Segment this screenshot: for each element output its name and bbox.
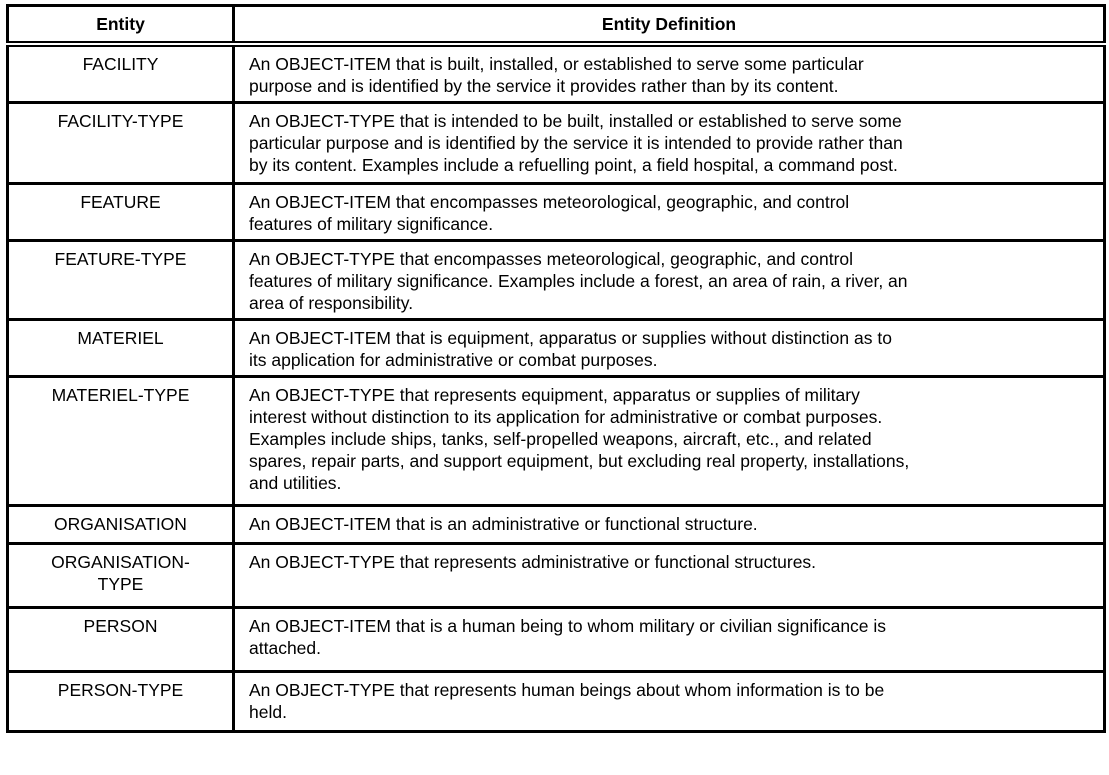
entity-name: MATERIEL [77,328,164,348]
definition-text: features of military significance. Examp… [249,271,908,291]
definition-text: area of responsibility. [249,293,414,313]
definition-text: An OBJECT-TYPE that represents equipment… [249,385,860,405]
table-row: MATERIEL An OBJECT-ITEM that is equipment… [6,318,1106,378]
definition-text: An OBJECT-ITEM that is built, installed,… [249,54,864,74]
entity-definition-table: Entity Entity Definition FACILITY An OBJE… [6,4,1106,733]
definition-text: An OBJECT-ITEM that is a human being to … [249,616,887,636]
entity-name: ORGANISATION- [51,552,190,572]
definition-text: by its content. Examples include a refue… [249,155,898,175]
entity-cell: MATERIEL [6,318,235,378]
entity-cell: ORGANISATION [6,504,235,545]
entity-name: PERSON [83,616,158,636]
definition-text: An OBJECT-ITEM that is an administrative… [249,514,758,534]
definition-text: particular purpose and is identified by … [249,133,903,153]
entity-name: FEATURE-TYPE [54,249,187,269]
table-row: ORGANISATION An OBJECT-ITEM that is an ad… [6,504,1106,545]
definition-text: Examples include ships, tanks, self-prop… [249,429,872,449]
definition-text: An OBJECT-TYPE that represents administr… [249,552,817,572]
definition-text: spares, repair parts, and support equipm… [249,451,910,471]
table-row: ORGANISATION- TYPE An OBJECT-TYPE that rep… [6,542,1106,609]
header-row: Entity Entity Definition [6,4,1106,47]
table-row: FEATURE An OBJECT-ITEM that encompasses m… [6,182,1106,242]
table-row: FACILITY An OBJECT-ITEM that is built, in… [6,42,1106,104]
entity-name: ORGANISATION [54,514,187,534]
definition-cell: An OBJECT-ITEM that is a human being to … [232,606,1106,673]
header-entity: Entity [6,4,235,47]
entity-name: TYPE [97,574,144,594]
definition-cell: An OBJECT-TYPE that represents human bei… [232,670,1106,733]
entity-cell: PERSON-TYPE [6,670,235,733]
entity-cell: FACILITY-TYPE [6,101,235,185]
entity-cell: ORGANISATION- TYPE [6,542,235,609]
definition-text: An OBJECT-ITEM that is equipment, appara… [249,328,892,348]
definition-cell: An OBJECT-TYPE that represents administr… [232,542,1106,609]
entity-name: PERSON-TYPE [57,680,184,700]
table-row: PERSON An OBJECT-ITEM that is a human bei… [6,606,1106,673]
definition-text: An OBJECT-TYPE that encompasses meteorol… [249,249,854,269]
definition-cell: An OBJECT-ITEM that is built, installed,… [232,42,1106,104]
entity-cell: PERSON [6,606,235,673]
definition-text: An OBJECT-TYPE that represents human bei… [249,680,885,700]
entity-name: MATERIEL-TYPE [51,385,190,405]
entity-cell: FACILITY [6,42,235,104]
entity-name: FACILITY [82,54,159,74]
definition-cell: An OBJECT-ITEM that encompasses meteorol… [232,182,1106,242]
definition-text: features of military significance. [249,214,494,234]
definition-text: held. [249,702,287,722]
definition-text: and utilities. [249,473,342,493]
table-row: PERSON-TYPE An OBJECT-TYPE that represent… [6,670,1106,733]
definition-cell: An OBJECT-TYPE that represents equipment… [232,375,1106,507]
entity-cell: FEATURE [6,182,235,242]
definition-text: An OBJECT-ITEM that encompasses meteorol… [249,192,850,212]
entity-cell: MATERIEL-TYPE [6,375,235,507]
definition-text: An OBJECT-TYPE that is intended to be bu… [249,111,902,131]
table-row: MATERIEL-TYPE An OBJECT-TYPE that represe… [6,375,1106,507]
entity-name: FACILITY-TYPE [57,111,184,131]
definition-cell: An OBJECT-TYPE that encompasses meteorol… [232,239,1106,321]
entity-cell: FEATURE-TYPE [6,239,235,321]
header-entity-definition: Entity Definition [232,4,1106,47]
definition-cell: An OBJECT-TYPE that is intended to be bu… [232,101,1106,185]
definition-text: attached. [249,638,321,658]
definition-text: interest without distinction to its appl… [249,407,883,427]
table-row: FACILITY-TYPE An OBJECT-TYPE that is inte… [6,101,1106,185]
definition-cell: An OBJECT-ITEM that is an administrative… [232,504,1106,545]
definition-text: its application for administrative or co… [249,350,658,370]
entity-name: FEATURE [80,192,161,212]
definition-text: purpose and is identified by the service… [249,76,839,96]
table-row: FEATURE-TYPE An OBJECT-TYPE that encompas… [6,239,1106,321]
definition-cell: An OBJECT-ITEM that is equipment, appara… [232,318,1106,378]
